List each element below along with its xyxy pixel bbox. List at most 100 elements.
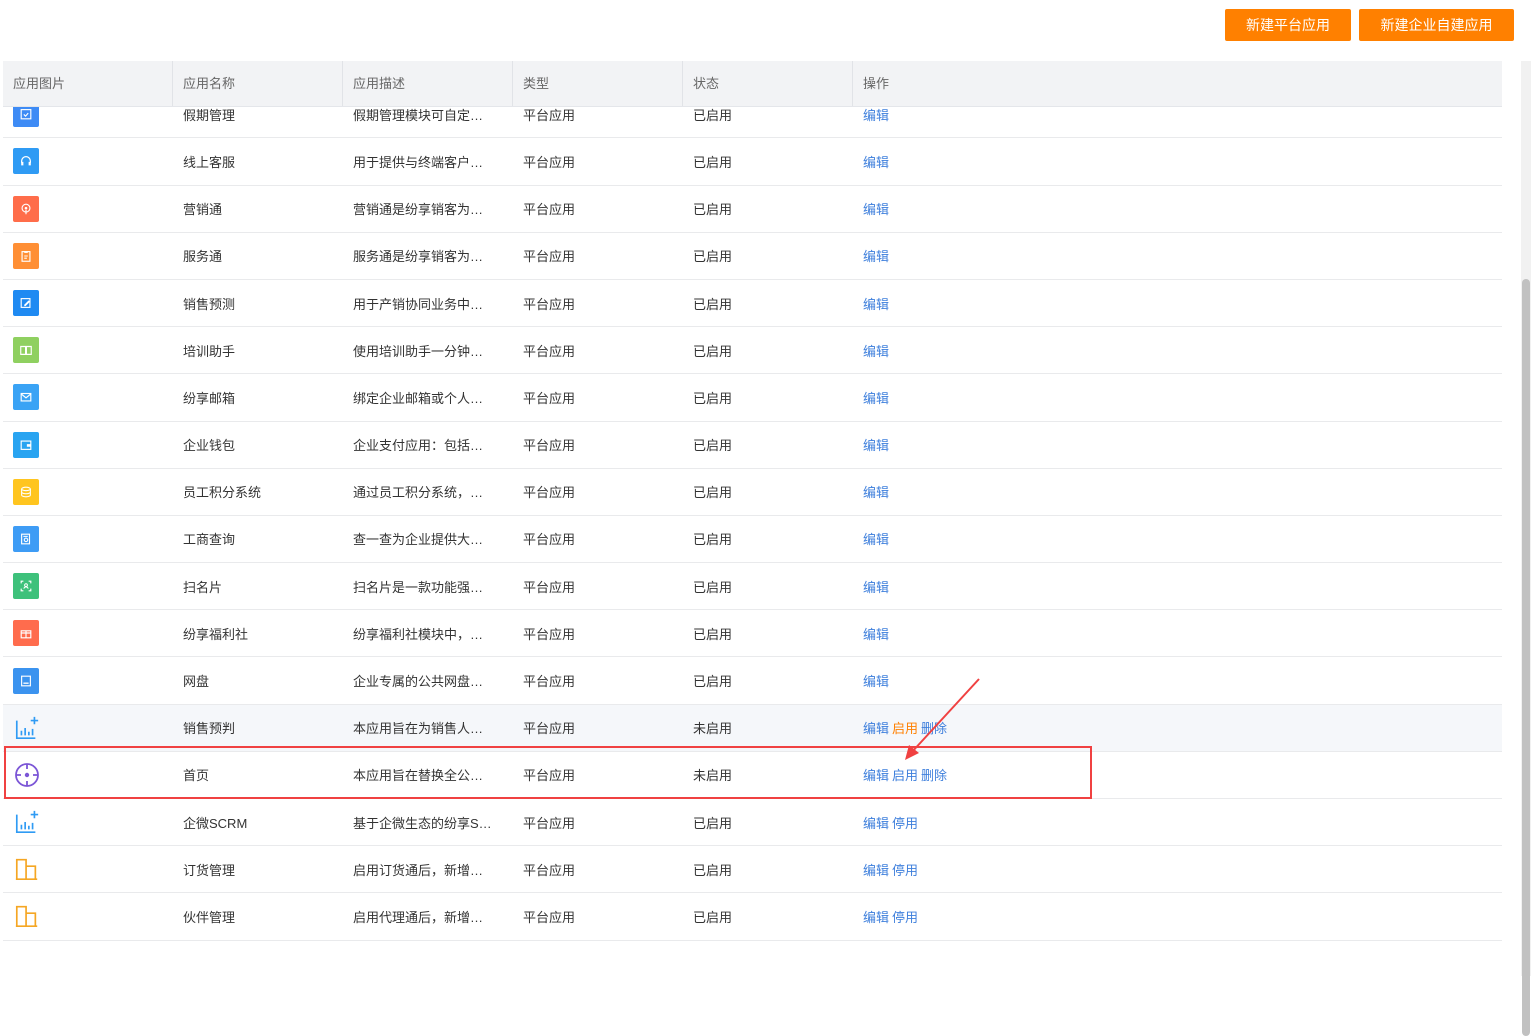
disable-link[interactable]: 停用 [892,863,918,878]
app-name: 纷享福利社 [183,626,249,642]
app-status: 已启用 [693,249,733,265]
vertical-scrollbar[interactable] [1521,61,1531,1036]
enable-link[interactable]: 启用 [892,721,918,736]
app-description: 用于产销协同业务中，… [353,296,497,312]
app-image-cell [3,620,173,647]
table-row: 线上客服 用于提供与终端客户直… 平台应用 已启用 编辑 [3,138,1502,186]
disable-link[interactable]: 停用 [892,910,918,925]
actions-cell: 编辑 [853,388,1502,407]
edit-link[interactable]: 编辑 [863,297,889,312]
app-status: 已启用 [693,579,733,595]
actions-cell: 编辑 [853,671,1502,690]
app-type: 平台应用 [523,202,576,218]
building-icon [13,902,41,930]
edit-link[interactable]: 编辑 [863,674,889,689]
actions-cell: 编辑 [853,435,1502,454]
mail-icon [13,384,39,411]
app-description: 使用培训助手一分钟搭… [353,343,497,359]
app-description: 本应用旨在为销售人员… [353,721,497,737]
app-description: 用于提供与终端客户直… [353,154,497,170]
app-status: 已启用 [693,532,733,548]
delete-link[interactable]: 删除 [921,721,947,736]
app-status: 已启用 [693,107,733,123]
edit-link[interactable]: 编辑 [863,532,889,547]
table-row: 员工积分系统 通过员工积分系统，管… 平台应用 已启用 编辑 [3,469,1502,516]
scrollbar-thumb[interactable] [1522,279,1530,1036]
new-enterprise-app-button[interactable]: 新建企业自建应用 [1359,9,1514,41]
app-image-cell [3,337,173,364]
table-row: 企业钱包 企业支付应用：包括企… 平台应用 已启用 编辑 [3,422,1502,469]
app-name: 企业钱包 [183,438,236,454]
app-image-cell [3,478,173,505]
edit-link[interactable]: 编辑 [863,249,889,264]
table-row: 营销通 营销通是纷享销客为企… 平台应用 已启用 编辑 [3,186,1502,233]
app-description: 企业专属的公共网盘与… [353,674,497,690]
edit-link[interactable]: 编辑 [863,155,889,170]
disable-link[interactable]: 停用 [892,816,918,831]
target-icon [13,761,41,789]
app-type: 平台应用 [523,626,576,642]
table-row: 培训助手 使用培训助手一分钟搭… 平台应用 已启用 编辑 [3,327,1502,375]
app-type: 平台应用 [523,343,576,359]
building-icon [13,855,41,883]
app-name: 工商查询 [183,532,236,548]
scan-card-icon [13,573,39,600]
new-platform-app-button[interactable]: 新建平台应用 [1225,9,1351,41]
app-name: 销售预测 [183,296,236,312]
enable-link[interactable]: 启用 [892,768,918,783]
edit-link[interactable]: 编辑 [863,202,889,217]
app-description: 企业支付应用：包括企… [353,438,497,454]
app-name: 培训助手 [183,343,236,359]
app-type: 平台应用 [523,296,576,312]
edit-link[interactable]: 编辑 [863,485,889,500]
app-image-cell [3,290,173,317]
app-name: 线上客服 [183,154,236,170]
app-image-cell [3,761,173,789]
app-status: 已启用 [693,343,733,359]
app-name: 伙伴管理 [183,909,236,925]
edit-link[interactable]: 编辑 [863,344,889,359]
edit-link[interactable]: 编辑 [863,721,889,736]
table-header: 应用图片 应用名称 应用描述 类型 状态 操作 [3,61,1502,107]
header-status: 状态 [683,61,853,106]
app-type: 平台应用 [523,909,576,925]
app-description: 启用订货通后，新增商… [353,862,497,878]
app-name: 订货管理 [183,862,236,878]
table-row: 订货管理 启用订货通后，新增商… 平台应用 已启用 编辑 停用 [3,846,1502,894]
app-description: 通过员工积分系统，管… [353,485,497,501]
app-description: 绑定企业邮箱或个人邮… [353,390,497,406]
app-status: 已启用 [693,909,733,925]
app-name: 纷享邮箱 [183,390,236,406]
database-icon [13,478,39,505]
app-image-cell [3,573,173,600]
table-row: 纷享福利社 纷享福利社模块中，会… 平台应用 已启用 编辑 [3,610,1502,658]
edit-link[interactable]: 编辑 [863,863,889,878]
app-description: 查一查为企业提供大量… [353,532,497,548]
broadcast-icon [13,195,39,222]
actions-cell: 编辑 [853,341,1502,360]
app-type: 平台应用 [523,390,576,406]
edit-link[interactable]: 编辑 [863,438,889,453]
app-type: 平台应用 [523,438,576,454]
delete-link[interactable]: 删除 [921,768,947,783]
app-image-cell [3,148,173,175]
edit-link[interactable]: 编辑 [863,768,889,783]
edit-link[interactable]: 编辑 [863,627,889,642]
app-description: 假期管理模块可自定义… [353,107,497,123]
edit-link[interactable]: 编辑 [863,391,889,406]
app-status: 已启用 [693,390,733,406]
app-description: 本应用旨在替换全公司… [353,768,497,784]
wallet-icon [13,431,39,458]
app-name: 首页 [183,768,210,784]
edit-link[interactable]: 编辑 [863,108,889,123]
actions-cell: 编辑 [853,152,1502,171]
app-image-cell [3,667,173,694]
actions-cell: 编辑 停用 [853,860,1502,879]
edit-link[interactable]: 编辑 [863,816,889,831]
table-row: 企微SCRM 基于企微生态的纷享S… 平台应用 已启用 编辑 停用 [3,799,1502,847]
app-status: 已启用 [693,815,733,831]
actions-cell: 编辑 [853,482,1502,501]
edit-link[interactable]: 编辑 [863,580,889,595]
edit-link[interactable]: 编辑 [863,910,889,925]
app-description: 营销通是纷享销客为企… [353,202,497,218]
